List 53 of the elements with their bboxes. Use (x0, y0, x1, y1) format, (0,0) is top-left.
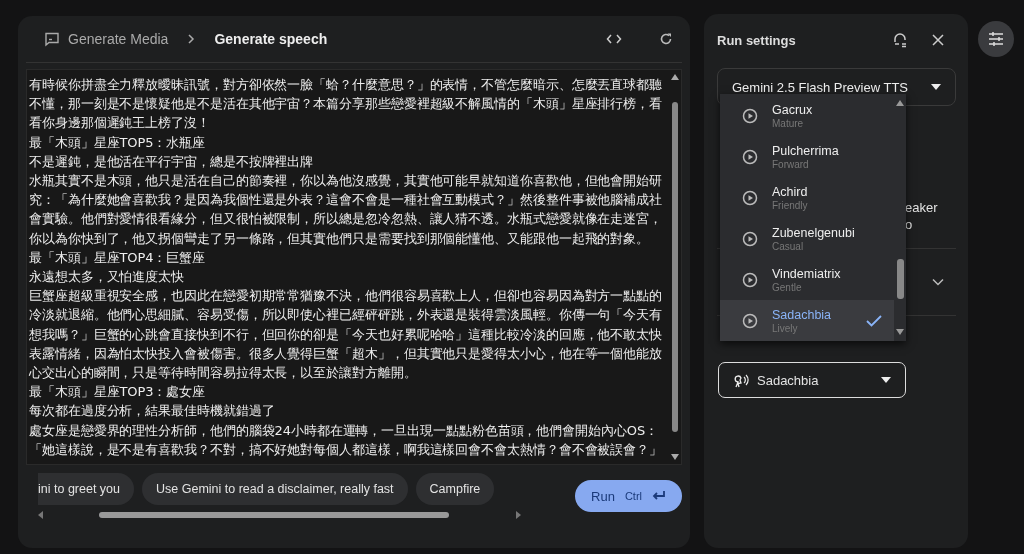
play-icon[interactable] (742, 230, 758, 247)
voice-description: Lively (772, 322, 799, 334)
speaking-head-icon (733, 372, 749, 388)
play-icon[interactable] (742, 148, 758, 165)
scrollbar-thumb[interactable] (896, 259, 904, 299)
close-icon[interactable] (932, 34, 944, 46)
prompt-chip[interactable]: Use Gemini to read a disclaimer, really fast (142, 473, 408, 505)
voice-name: Zubenelgenubi (772, 225, 856, 240)
voice-description: Mature (772, 117, 805, 129)
voice-description: Forward (772, 158, 810, 170)
voice-description: Gentle (772, 281, 803, 293)
enter-key-icon (652, 491, 666, 501)
check-icon (866, 314, 882, 327)
voice-select[interactable]: Sadachbia (718, 362, 906, 398)
voice-option[interactable]: Pulcherrima Forward (720, 136, 894, 177)
voice-option[interactable]: Vindemiatrix Gentle (720, 259, 894, 300)
voice-option[interactable]: Achird Friendly (720, 177, 894, 218)
settings-toggle-button[interactable] (978, 21, 1014, 57)
tune-icon (988, 32, 1004, 46)
caret-icon (931, 84, 941, 90)
prompt-chip[interactable]: ini to greet you (38, 473, 134, 505)
scroll-left-icon[interactable] (38, 511, 43, 519)
setting-label: eaker (905, 200, 939, 215)
play-icon[interactable] (742, 312, 758, 329)
model-name: Gemini 2.5 Flash Preview TTS (732, 79, 910, 95)
voice-option[interactable]: Zubenelgenubi Casual (720, 218, 894, 259)
panel-title: Run settings (717, 32, 797, 48)
setting-label: o (905, 217, 914, 232)
voice-name: Achird (772, 184, 809, 199)
play-icon[interactable] (742, 271, 758, 288)
voice-name: Vindemiatrix (772, 266, 842, 281)
run-button[interactable]: Run Ctrl (575, 480, 682, 512)
voice-description: Casual (772, 240, 805, 252)
scroll-right-icon[interactable] (516, 511, 522, 519)
breadcrumb-link[interactable]: Generate Media (68, 31, 169, 47)
chat-icon (44, 31, 60, 47)
play-icon[interactable] (742, 189, 758, 206)
voice-name: Sadachbia (772, 307, 833, 322)
horizontal-scrollbar-thumb[interactable] (99, 512, 449, 518)
caret-icon (881, 377, 891, 383)
prompt-chip[interactable]: Campfire (415, 473, 495, 505)
refresh-icon[interactable] (658, 31, 674, 47)
voice-option[interactable]: Sadachbia Lively (720, 300, 894, 341)
reset-icon[interactable] (892, 32, 908, 48)
voice-name: Sadachbia (757, 372, 820, 388)
page-title: Generate speech (214, 31, 328, 47)
chevron-down-icon[interactable] (932, 278, 944, 286)
scroll-up-icon[interactable] (896, 100, 904, 106)
play-icon[interactable] (742, 107, 758, 124)
code-icon[interactable] (606, 32, 622, 46)
voice-description: Friendly (772, 199, 809, 211)
scroll-down-icon[interactable] (896, 329, 904, 335)
voice-name: Pulcherrima (772, 143, 840, 158)
